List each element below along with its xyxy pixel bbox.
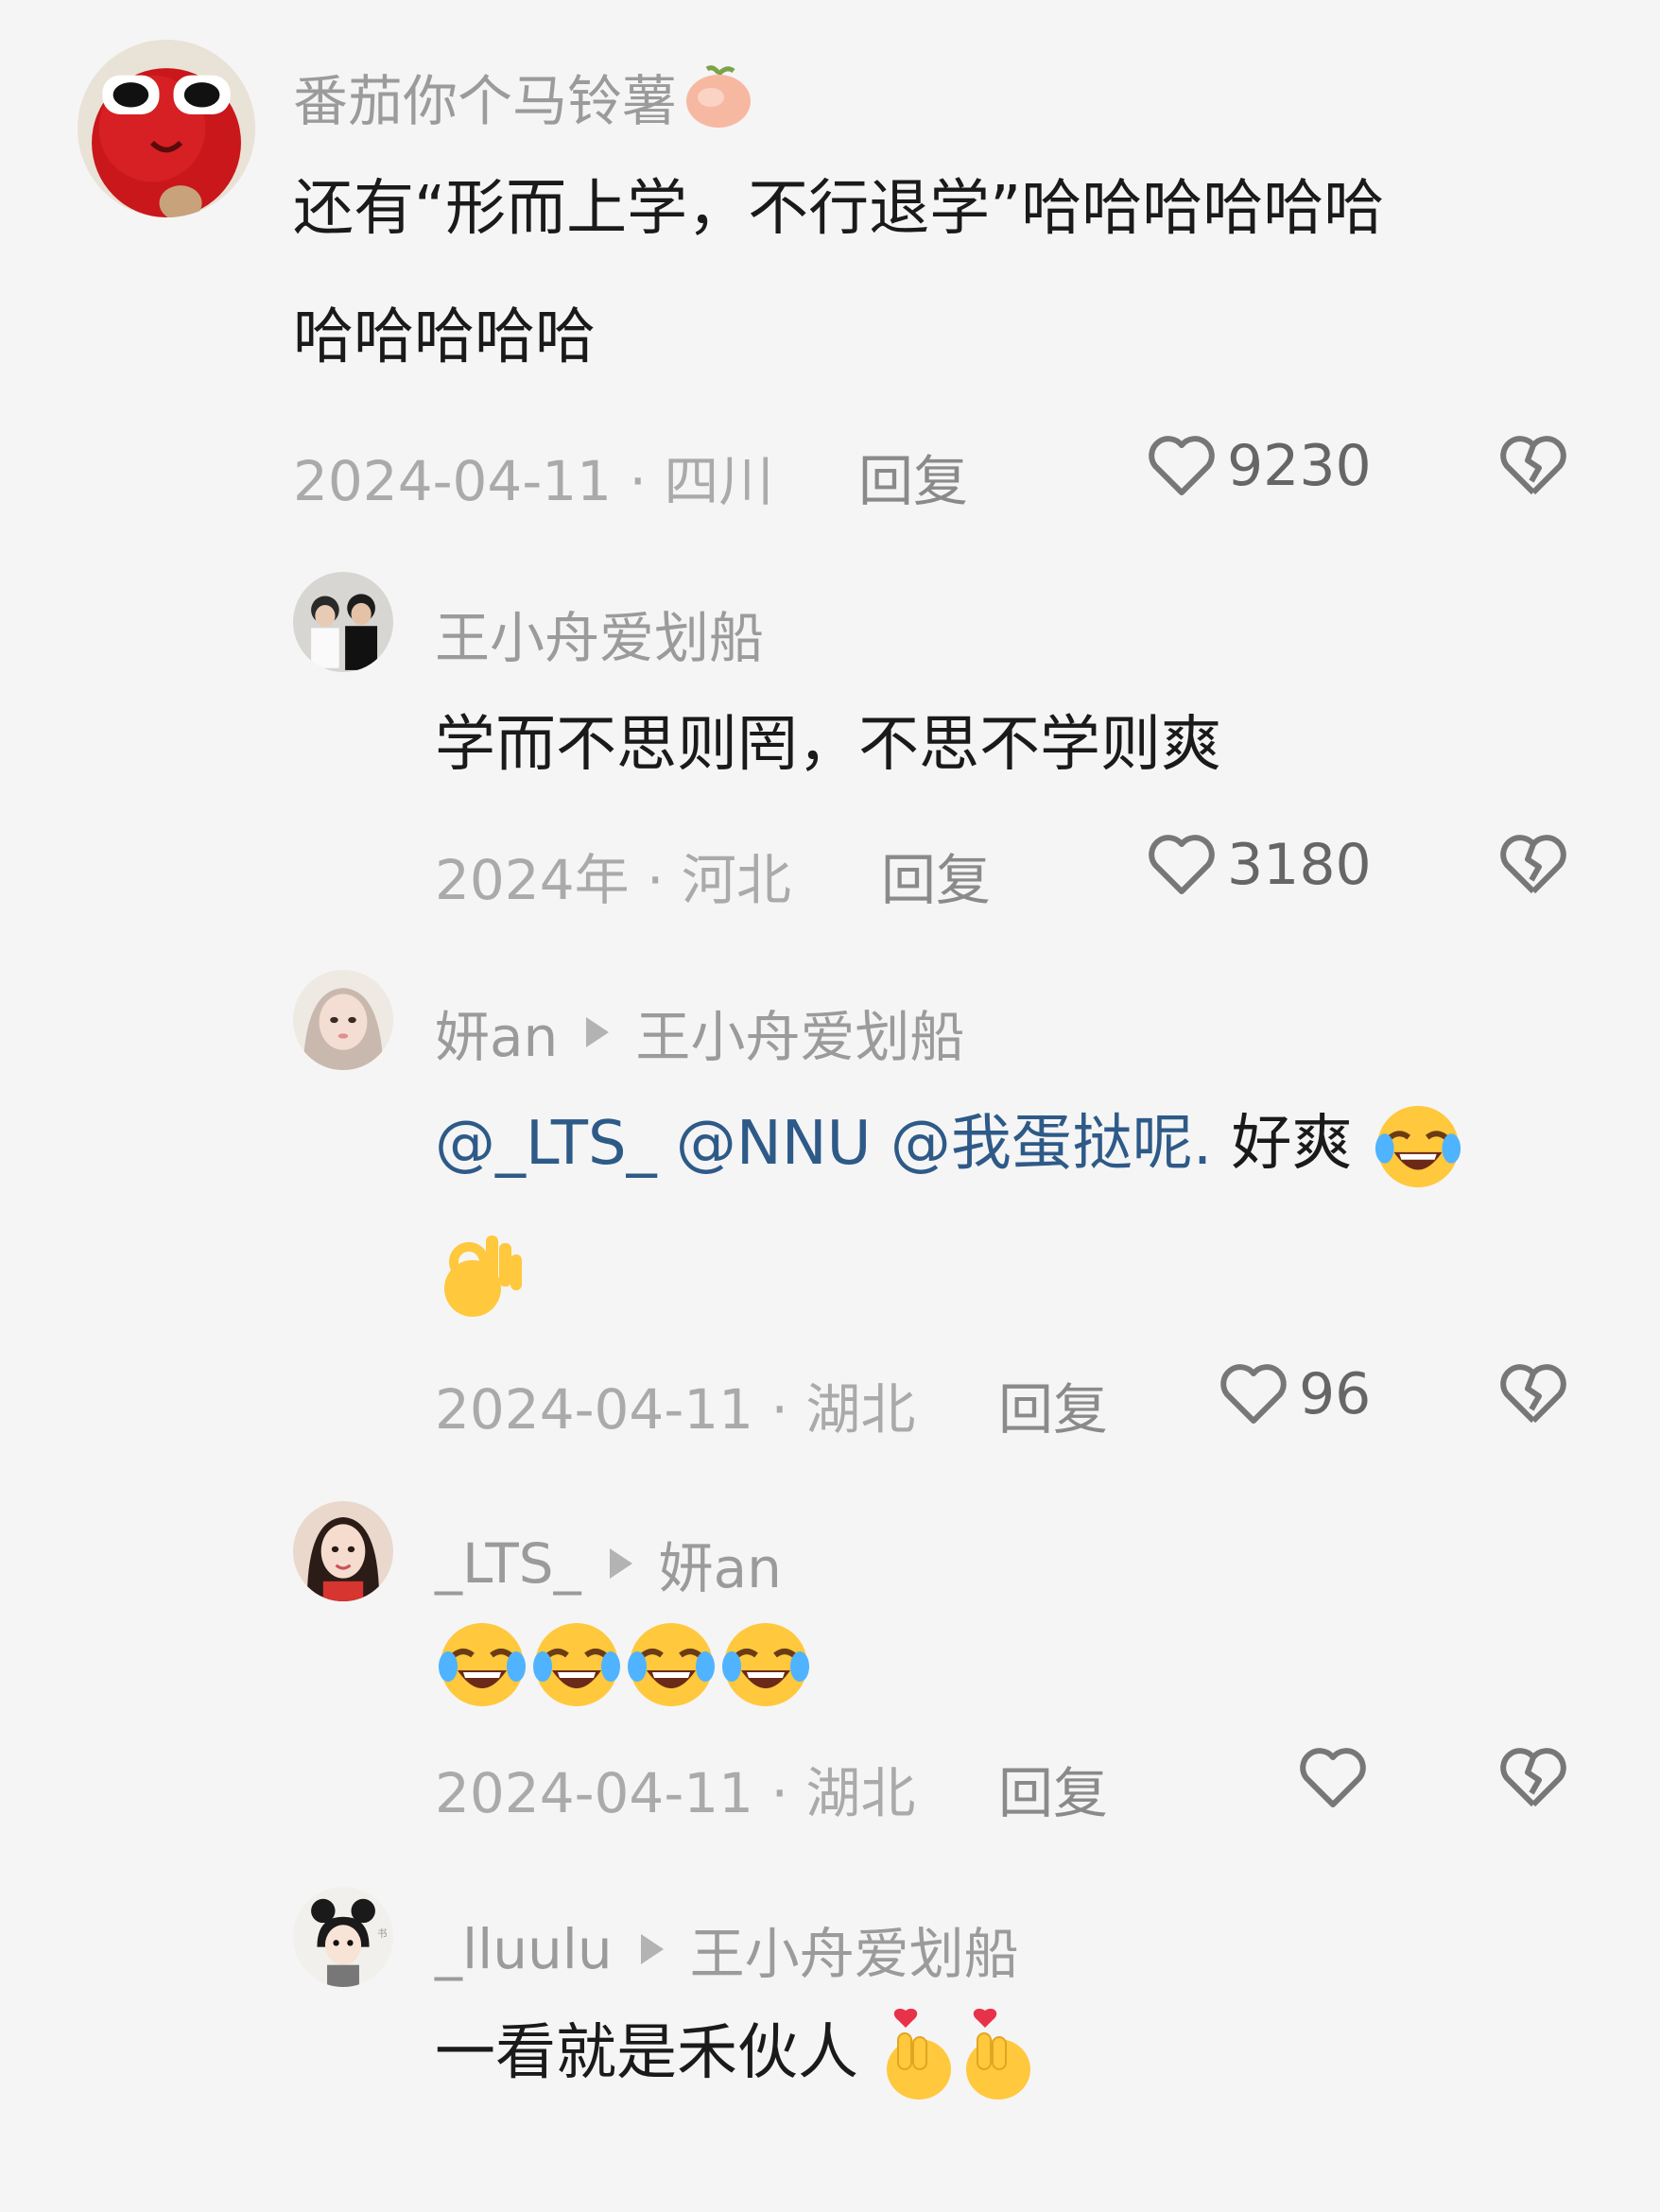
dislike-button[interactable] bbox=[1496, 428, 1571, 504]
comment-text: 还有“形而上学，不行退学”哈哈哈哈哈哈 哈哈哈哈哈 bbox=[293, 174, 1385, 372]
mention-link[interactable]: @NNU bbox=[676, 1109, 872, 1179]
like-button[interactable]: 96 bbox=[1216, 1357, 1371, 1432]
avatar[interactable] bbox=[78, 40, 255, 217]
comment-text-suffix: 好爽 bbox=[1231, 1109, 1353, 1179]
comment-author[interactable]: 王小舟爱划船 bbox=[435, 594, 764, 673]
dislike-button[interactable] bbox=[1496, 1357, 1571, 1432]
rolling-laughing-emoji-icon bbox=[1372, 1100, 1464, 1193]
meta-separator: · bbox=[770, 1761, 806, 1825]
like-count: 96 bbox=[1299, 1361, 1372, 1427]
play-triangle-icon bbox=[586, 1017, 610, 1047]
comment-location: 湖北 bbox=[805, 1377, 916, 1442]
comment-location: 四川 bbox=[664, 449, 774, 513]
comment-date: 2024-04-11 bbox=[435, 1761, 754, 1825]
mention-link[interactable]: @我蛋挞呢. bbox=[891, 1109, 1212, 1179]
comment-thread: 番茄你个马铃薯 还有“形而上学，不行退学”哈哈哈哈哈哈 哈哈哈哈哈 2024-0… bbox=[0, 0, 1660, 2212]
comment-date: 2024-04-11 bbox=[293, 449, 613, 513]
comment-text bbox=[435, 1598, 813, 1726]
avatar[interactable] bbox=[293, 1501, 393, 1601]
rolling-laughing-emoji-icon bbox=[624, 1617, 718, 1712]
play-triangle-icon bbox=[640, 1934, 664, 1964]
dislike-button[interactable] bbox=[1496, 827, 1571, 903]
comment-item: 番茄你个马铃薯 还有“形而上学，不行退学”哈哈哈哈哈哈 哈哈哈哈哈 2024-0… bbox=[0, 0, 1660, 513]
like-count: 3180 bbox=[1227, 832, 1372, 898]
like-button[interactable]: 9230 bbox=[1144, 428, 1372, 504]
rolling-laughing-emoji-icon bbox=[718, 1617, 813, 1712]
reply-button[interactable]: 回复 bbox=[858, 437, 968, 516]
comment-date: 2024年 bbox=[435, 848, 630, 912]
reply-button[interactable]: 回复 bbox=[998, 1365, 1108, 1444]
avatar[interactable] bbox=[293, 970, 393, 1070]
comment-text-line bbox=[435, 1208, 529, 1337]
rolling-laughing-emoji-icon bbox=[435, 1617, 529, 1712]
broken-heart-icon bbox=[1500, 1364, 1566, 1424]
comment-meta: 2024年 · 河北 bbox=[435, 836, 791, 915]
meta-separator: · bbox=[629, 449, 665, 513]
heart-outline-icon bbox=[1149, 436, 1215, 495]
broken-heart-icon bbox=[1500, 835, 1566, 894]
like-count: 9230 bbox=[1227, 433, 1372, 499]
comment-author[interactable]: 妍an 王小舟爱划船 bbox=[435, 993, 964, 1072]
reply-button[interactable]: 回复 bbox=[998, 1749, 1108, 1828]
comment-meta: 2024-04-11 · 湖北 bbox=[435, 1365, 915, 1444]
like-button[interactable]: 3180 bbox=[1144, 827, 1372, 903]
comment-location: 湖北 bbox=[805, 1761, 916, 1825]
reply-target[interactable]: 妍an bbox=[659, 1524, 782, 1603]
comment-text: 学而不思则罔，不思不学则爽 bbox=[435, 710, 1221, 780]
play-triangle-icon bbox=[609, 1548, 632, 1579]
heart-outline-icon bbox=[1300, 1748, 1366, 1807]
heart-outline-icon bbox=[1149, 835, 1215, 894]
ok-hand-emoji-icon bbox=[435, 1226, 529, 1324]
comment-date: 2024-04-11 bbox=[435, 1377, 754, 1442]
comment-text: @_LTS_ @NNU @我蛋挞呢. 好爽 bbox=[435, 1080, 1464, 1208]
comment-author[interactable]: _LTS_ 妍an bbox=[435, 1524, 782, 1603]
broken-heart-icon bbox=[1500, 436, 1566, 495]
avatar[interactable]: 书 bbox=[293, 1887, 393, 1987]
broken-heart-icon bbox=[1500, 1748, 1566, 1807]
comment-text: 一看就是禾伙人 bbox=[435, 1989, 1036, 2117]
reply-target[interactable]: 王小舟爱划船 bbox=[690, 1910, 1019, 1989]
comment-location: 河北 bbox=[681, 848, 791, 912]
svg-text:书: 书 bbox=[377, 1928, 388, 1940]
reply-button[interactable]: 回复 bbox=[881, 836, 991, 915]
reply-target[interactable]: 王小舟爱划船 bbox=[635, 993, 964, 1072]
meta-separator: · bbox=[770, 1377, 806, 1442]
finger-heart-emoji-icon bbox=[877, 2007, 957, 2105]
comment-meta: 2024-04-11 · 湖北 bbox=[435, 1749, 915, 1828]
finger-heart-emoji-icon bbox=[957, 2007, 1036, 2105]
meta-separator: · bbox=[647, 848, 682, 912]
comment-author[interactable]: 番茄你个马铃薯 bbox=[293, 57, 754, 136]
rolling-laughing-emoji-icon bbox=[529, 1617, 624, 1712]
dislike-button[interactable] bbox=[1496, 1740, 1571, 1816]
like-button[interactable] bbox=[1295, 1740, 1378, 1816]
heart-outline-icon bbox=[1220, 1364, 1287, 1424]
comment-meta: 2024-04-11 · 四川 bbox=[293, 437, 773, 516]
mention-link[interactable]: @_LTS_ bbox=[435, 1109, 657, 1179]
peach-emoji-icon bbox=[683, 63, 754, 130]
avatar[interactable] bbox=[293, 572, 393, 672]
comment-author[interactable]: _lluulu 王小舟爱划船 bbox=[435, 1910, 1019, 1989]
